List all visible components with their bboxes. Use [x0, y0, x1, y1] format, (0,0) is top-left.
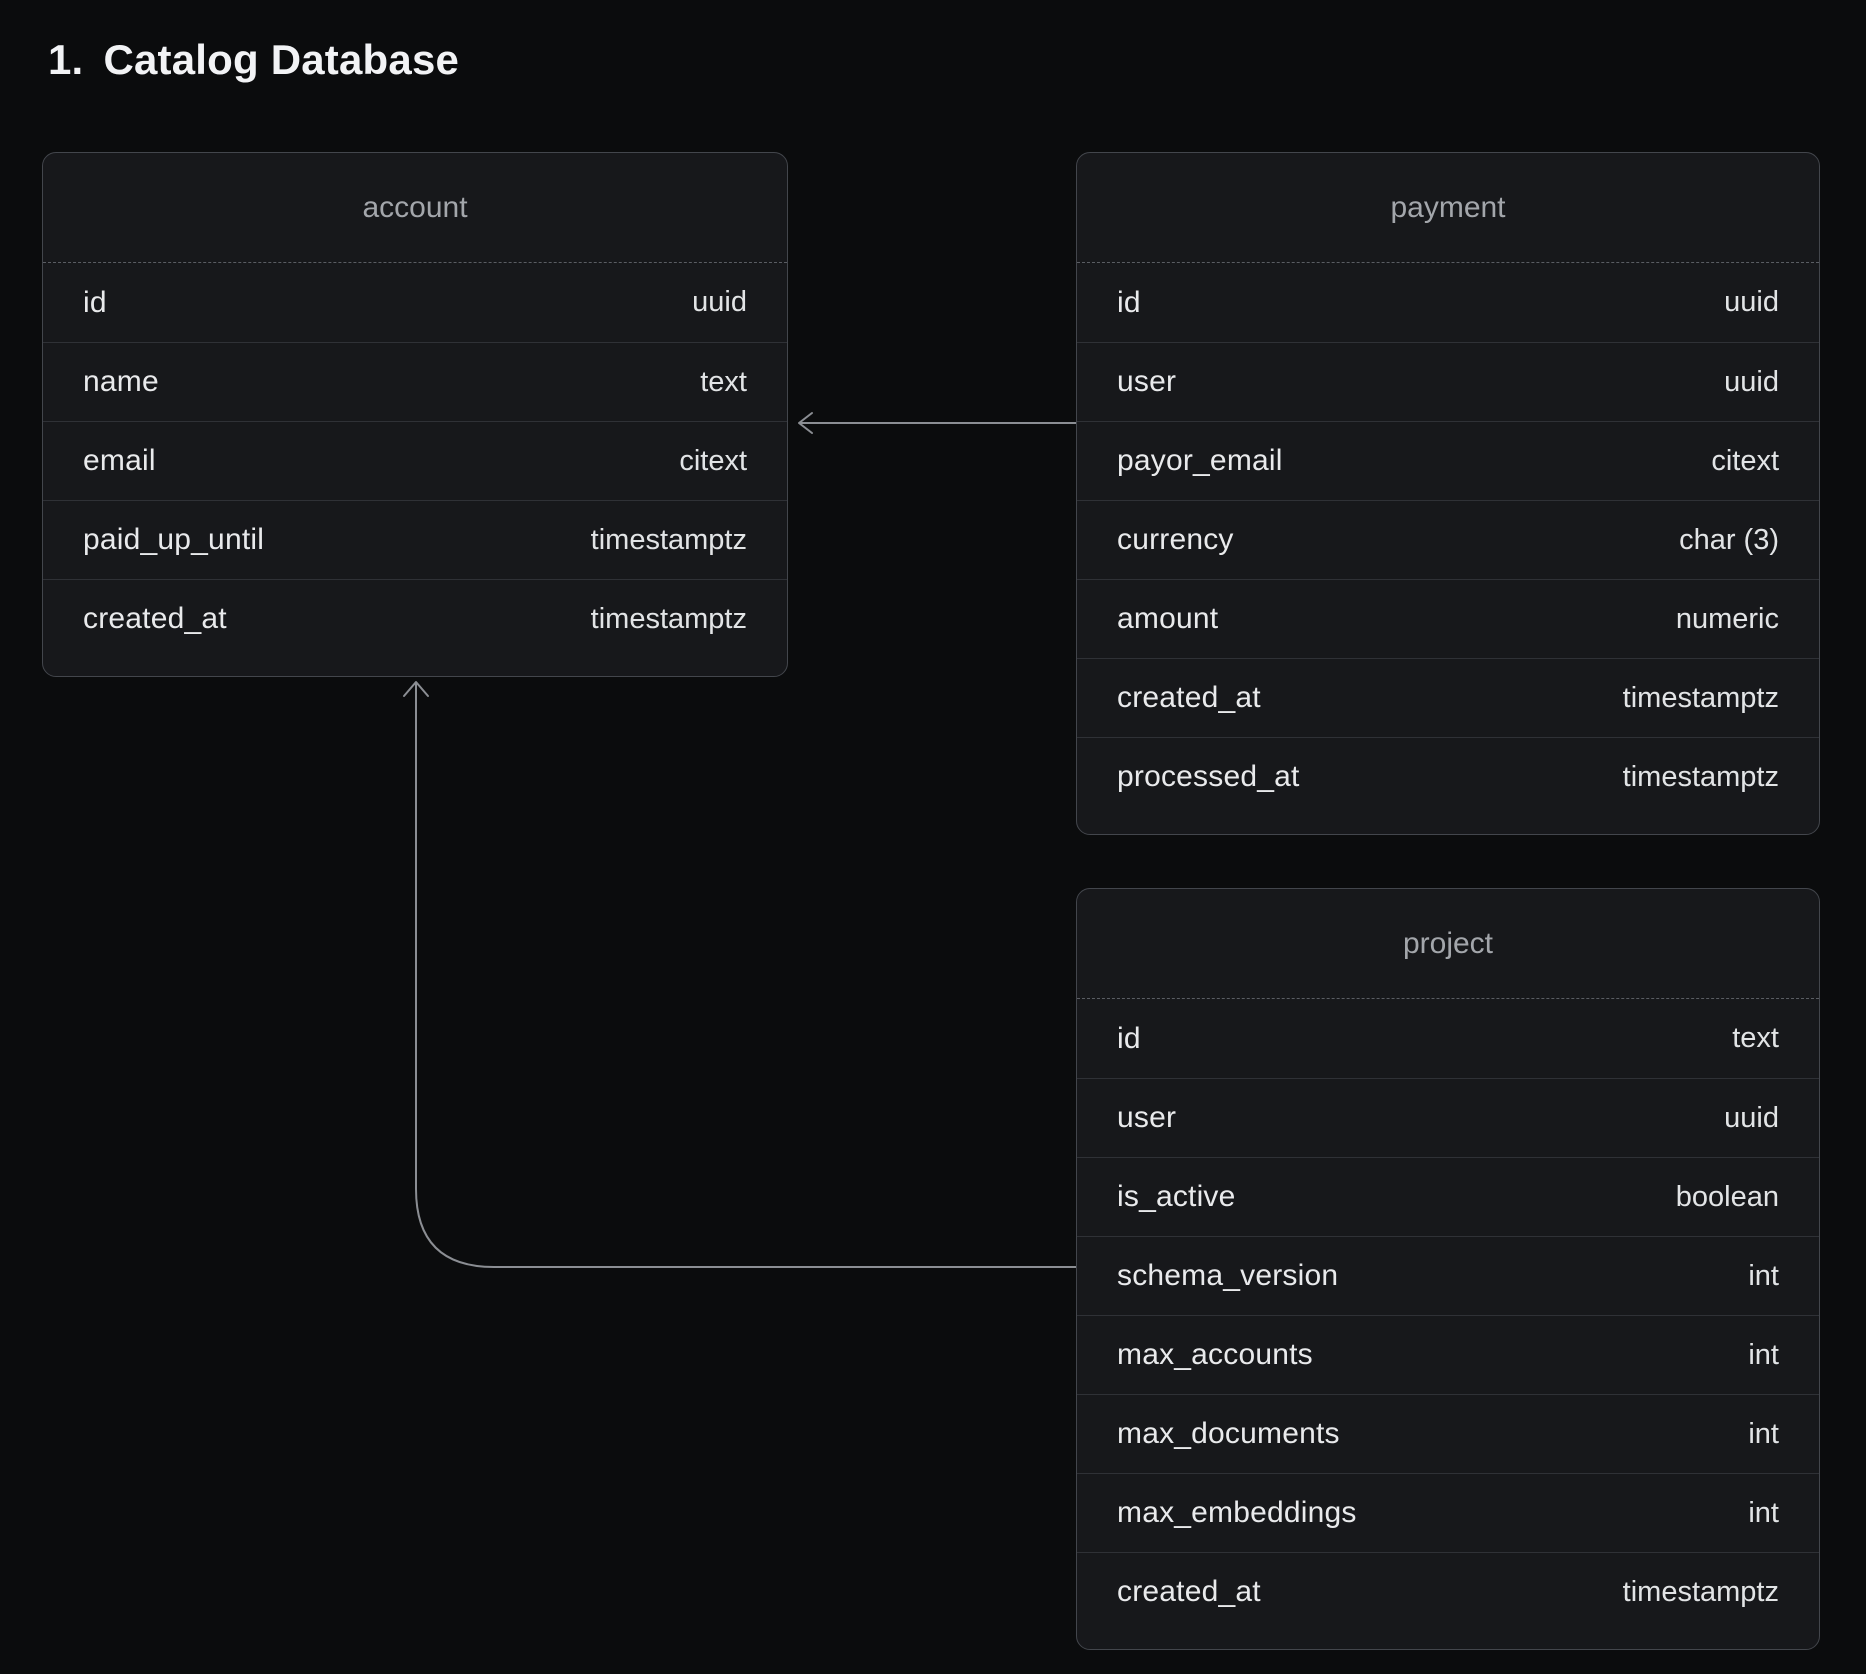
column-name: user: [1117, 365, 1176, 399]
table-row: is_active boolean: [1077, 1157, 1819, 1236]
table-row: id text: [1077, 999, 1819, 1078]
column-type: uuid: [1724, 1102, 1779, 1135]
page-title-text: Catalog Database: [103, 36, 459, 83]
column-name: created_at: [1117, 681, 1261, 715]
table-row: amount numeric: [1077, 579, 1819, 658]
column-type: uuid: [1724, 366, 1779, 399]
table-title: payment: [1390, 191, 1505, 225]
column-type: int: [1748, 1497, 1779, 1530]
table-row: max_embeddings int: [1077, 1473, 1819, 1552]
page-title-number: 1.: [48, 36, 83, 83]
table-account-rows: id uuid name text email citext paid_up_u…: [43, 263, 787, 658]
column-name: paid_up_until: [83, 523, 264, 557]
column-type: int: [1748, 1339, 1779, 1372]
column-type: text: [700, 366, 747, 399]
table-row: paid_up_until timestamptz: [43, 500, 787, 579]
column-name: max_documents: [1117, 1417, 1340, 1451]
page-title: 1. Catalog Database: [48, 36, 459, 84]
column-name: schema_version: [1117, 1259, 1338, 1293]
table-row: id uuid: [43, 263, 787, 342]
table-payment-header: payment: [1077, 153, 1819, 263]
column-name: max_accounts: [1117, 1338, 1313, 1372]
column-type: citext: [1711, 445, 1779, 478]
column-name: payor_email: [1117, 444, 1283, 478]
table-payment[interactable]: payment id uuid user uuid payor_email ci…: [1076, 152, 1820, 835]
column-type: timestamptz: [1623, 761, 1779, 794]
column-type: timestamptz: [1623, 682, 1779, 715]
column-name: is_active: [1117, 1180, 1236, 1214]
column-type: boolean: [1676, 1181, 1779, 1214]
table-row: id uuid: [1077, 263, 1819, 342]
table-title: account: [362, 191, 467, 225]
table-payment-rows: id uuid user uuid payor_email citext cur…: [1077, 263, 1819, 816]
table-row: name text: [43, 342, 787, 421]
table-title: project: [1403, 927, 1493, 961]
table-row: user uuid: [1077, 342, 1819, 421]
diagram-canvas: 1. Catalog Database account id uuid name …: [0, 0, 1866, 1674]
column-type: timestamptz: [591, 603, 747, 636]
column-type: timestamptz: [591, 524, 747, 557]
column-name: email: [83, 444, 156, 478]
column-type: int: [1748, 1260, 1779, 1293]
column-type: timestamptz: [1623, 1576, 1779, 1609]
table-account[interactable]: account id uuid name text email citext p…: [42, 152, 788, 677]
table-row: created_at timestamptz: [1077, 1552, 1819, 1631]
column-type: text: [1732, 1022, 1779, 1055]
relation-project-to-account-arrowhead-icon: [404, 682, 428, 696]
column-name: max_embeddings: [1117, 1496, 1357, 1530]
column-name: created_at: [1117, 1575, 1261, 1609]
table-row: currency char (3): [1077, 500, 1819, 579]
table-row: created_at timestamptz: [1077, 658, 1819, 737]
table-project-header: project: [1077, 889, 1819, 999]
table-row: user uuid: [1077, 1078, 1819, 1157]
column-type: uuid: [1724, 286, 1779, 319]
table-row: payor_email citext: [1077, 421, 1819, 500]
table-project[interactable]: project id text user uuid is_active bool…: [1076, 888, 1820, 1650]
table-row: max_accounts int: [1077, 1315, 1819, 1394]
relation-payment-to-account-arrowhead-icon: [799, 413, 812, 433]
column-type: int: [1748, 1418, 1779, 1451]
column-name: id: [1117, 286, 1141, 320]
table-account-header: account: [43, 153, 787, 263]
column-type: uuid: [692, 286, 747, 319]
column-type: numeric: [1676, 603, 1779, 636]
column-name: id: [1117, 1022, 1141, 1056]
table-row: schema_version int: [1077, 1236, 1819, 1315]
column-name: amount: [1117, 602, 1218, 636]
column-name: currency: [1117, 523, 1234, 557]
column-name: processed_at: [1117, 760, 1300, 794]
column-type: char (3): [1679, 524, 1779, 557]
table-row: created_at timestamptz: [43, 579, 787, 658]
column-type: citext: [679, 445, 747, 478]
table-row: max_documents int: [1077, 1394, 1819, 1473]
relation-project-to-account-line[interactable]: [416, 683, 1076, 1267]
table-row: processed_at timestamptz: [1077, 737, 1819, 816]
column-name: name: [83, 365, 159, 399]
column-name: id: [83, 286, 107, 320]
table-project-rows: id text user uuid is_active boolean sche…: [1077, 999, 1819, 1631]
column-name: user: [1117, 1101, 1176, 1135]
table-row: email citext: [43, 421, 787, 500]
column-name: created_at: [83, 602, 227, 636]
